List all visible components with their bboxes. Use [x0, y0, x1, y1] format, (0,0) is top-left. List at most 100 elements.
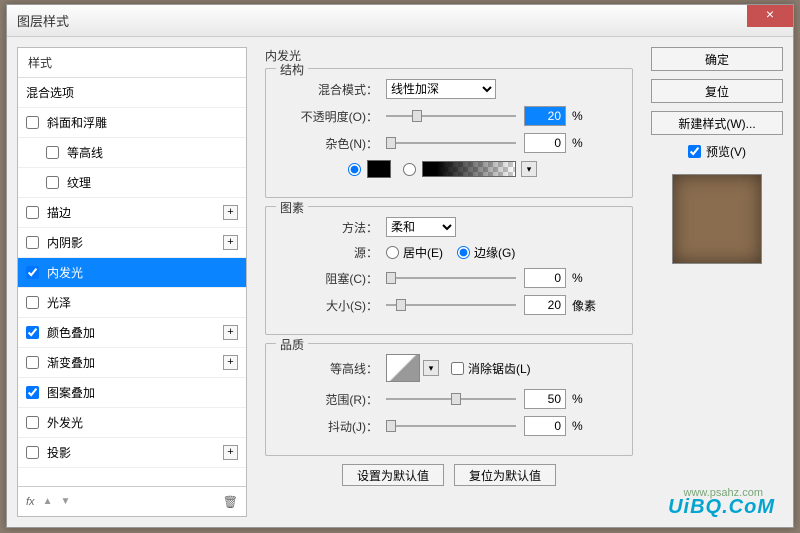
style-checkbox[interactable] [26, 296, 39, 309]
source-edge-radio[interactable] [457, 246, 470, 259]
ok-button[interactable]: 确定 [651, 47, 783, 71]
opacity-label: 不透明度(O)： [278, 108, 378, 125]
styles-sidebar: 样式 混合选项斜面和浮雕等高线纹理描边+内阴影+ 内发光光泽颜色叠加+ 渐变叠加 + 图… [17, 47, 247, 517]
choke-label: 阻塞(C)： [278, 270, 378, 287]
style-item[interactable]: 斜面和浮雕 [18, 108, 246, 138]
noise-unit: % [572, 136, 583, 150]
style-item[interactable]: 外发光 [18, 408, 246, 438]
gradient-radio[interactable] [403, 163, 416, 176]
blend-mode-label: 混合模式： [278, 81, 378, 98]
antialias-checkbox[interactable] [451, 362, 464, 375]
style-item[interactable]: 内发光 [18, 258, 246, 288]
jitter-input[interactable] [524, 416, 566, 436]
size-input[interactable] [524, 295, 566, 315]
source-label: 源： [278, 244, 378, 261]
style-item-label: 渐变叠加 [47, 354, 95, 371]
style-checkbox[interactable] [26, 356, 39, 369]
add-effect-icon[interactable]: + [223, 205, 238, 220]
contour-picker[interactable] [386, 354, 420, 382]
add-effect-icon[interactable]: + [223, 355, 238, 370]
antialias-label: 消除锯齿(L) [468, 360, 531, 377]
elements-group: 图素 方法： 柔和 源： 居中(E) 边缘(G) 阻塞(C)： % [265, 206, 633, 335]
contour-label: 等高线： [278, 360, 378, 377]
style-item[interactable]: 光泽 [18, 288, 246, 318]
panel-title: 内发光 [265, 47, 633, 64]
quality-group: 品质 等高线： ▾ 消除锯齿(L) 范围(R)： % 抖动(J)： [265, 343, 633, 456]
add-effect-icon[interactable]: + [223, 235, 238, 250]
style-checkbox[interactable] [26, 446, 39, 459]
make-default-button[interactable]: 设置为默认值 [342, 464, 444, 486]
right-panel: 确定 复位 新建样式(W)... 预览(V) [651, 47, 783, 517]
choke-slider[interactable] [386, 270, 516, 286]
opacity-input[interactable] [524, 106, 566, 126]
sidebar-footer: fx ▲ ▼ 🗑 [18, 486, 246, 516]
range-input[interactable] [524, 389, 566, 409]
style-item[interactable]: 渐变叠加 + [18, 348, 246, 378]
style-checkbox[interactable] [26, 386, 39, 399]
style-item[interactable]: 混合选项 [18, 78, 246, 108]
reset-default-button[interactable]: 复位为默认值 [454, 464, 556, 486]
new-style-button[interactable]: 新建样式(W)... [651, 111, 783, 135]
style-item[interactable]: 描边+ [18, 198, 246, 228]
style-checkbox[interactable] [26, 116, 39, 129]
style-checkbox[interactable] [26, 206, 39, 219]
range-slider[interactable] [386, 391, 516, 407]
jitter-unit: % [572, 419, 583, 433]
down-arrow-icon[interactable]: ▼ [60, 496, 70, 507]
fx-icon[interactable]: fx [26, 496, 35, 508]
add-effect-icon[interactable]: + [223, 445, 238, 460]
style-checkbox[interactable] [26, 266, 39, 279]
style-checkbox[interactable] [26, 236, 39, 249]
reset-button[interactable]: 复位 [651, 79, 783, 103]
blend-mode-select[interactable]: 线性加深 [386, 79, 496, 99]
source-edge-label: 边缘(G) [474, 244, 515, 261]
style-item[interactable]: 投影+ [18, 438, 246, 468]
sidebar-header: 样式 [18, 48, 246, 78]
style-item-label: 内发光 [47, 264, 83, 281]
range-unit: % [572, 392, 583, 406]
dialog-body: 样式 混合选项斜面和浮雕等高线纹理描边+内阴影+ 内发光光泽颜色叠加+ 渐变叠加 + 图… [7, 37, 793, 527]
add-effect-icon[interactable]: + [223, 325, 238, 340]
style-checkbox[interactable] [26, 326, 39, 339]
style-item-label: 外发光 [47, 414, 83, 431]
style-item[interactable]: 内阴影+ [18, 228, 246, 258]
jitter-slider[interactable] [386, 418, 516, 434]
source-center-radio[interactable] [386, 246, 399, 259]
style-item-label: 等高线 [67, 144, 103, 161]
size-unit: 像素 [572, 297, 596, 314]
style-item[interactable]: 图案叠加 [18, 378, 246, 408]
noise-input[interactable] [524, 133, 566, 153]
solid-color-radio[interactable] [348, 163, 361, 176]
up-arrow-icon[interactable]: ▲ [43, 496, 53, 507]
structure-group: 结构 混合模式： 线性加深 不透明度(O)： % 杂色(N)： % [265, 68, 633, 198]
style-item-label: 斜面和浮雕 [47, 114, 107, 131]
trash-icon[interactable]: 🗑 [223, 495, 238, 509]
color-swatch[interactable] [367, 160, 391, 178]
choke-input[interactable] [524, 268, 566, 288]
style-item[interactable]: 颜色叠加+ [18, 318, 246, 348]
contour-dropdown-icon[interactable]: ▾ [423, 360, 439, 376]
close-button[interactable]: × [747, 5, 793, 27]
center-panel: 内发光 结构 混合模式： 线性加深 不透明度(O)： % 杂色(N)： [257, 47, 641, 517]
style-checkbox[interactable] [26, 416, 39, 429]
titlebar[interactable]: 图层样式 × [7, 5, 793, 37]
style-item-label: 图案叠加 [47, 384, 95, 401]
style-item[interactable]: 纹理 [18, 168, 246, 198]
preview-checkbox[interactable] [688, 145, 701, 158]
gradient-dropdown-icon[interactable]: ▾ [521, 161, 537, 177]
gradient-picker[interactable] [422, 161, 516, 177]
style-checkbox[interactable] [46, 176, 59, 189]
noise-slider[interactable] [386, 135, 516, 151]
technique-select[interactable]: 柔和 [386, 217, 456, 237]
jitter-label: 抖动(J)： [278, 418, 378, 435]
size-label: 大小(S)： [278, 297, 378, 314]
style-checkbox[interactable] [46, 146, 59, 159]
structure-title: 结构 [276, 61, 308, 78]
choke-unit: % [572, 271, 583, 285]
preview-label: 预览(V) [706, 143, 746, 160]
dialog-title: 图层样式 [17, 11, 69, 30]
style-item[interactable]: 等高线 [18, 138, 246, 168]
opacity-slider[interactable] [386, 108, 516, 124]
range-label: 范围(R)： [278, 391, 378, 408]
size-slider[interactable] [386, 297, 516, 313]
